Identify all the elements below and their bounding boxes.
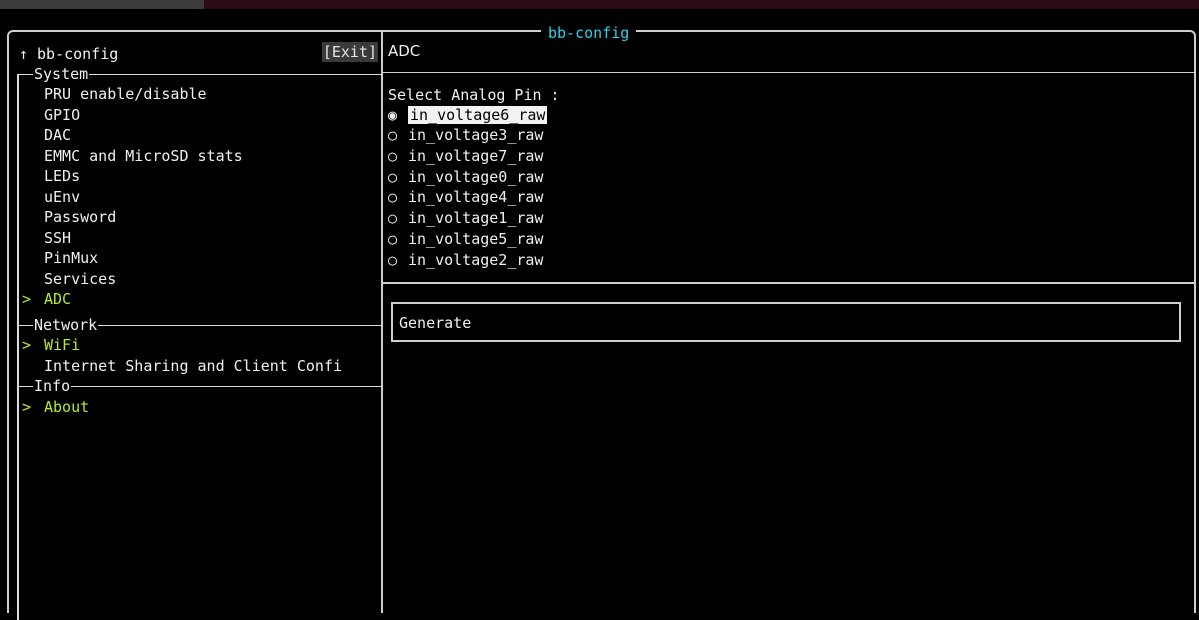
generate-button-label: Generate: [399, 314, 472, 332]
sidebar-item-leds[interactable]: LEDs: [22, 166, 382, 186]
left-header-title: bb-config: [37, 45, 119, 63]
radio-pin-label: in_voltage1_raw: [408, 209, 544, 227]
sidebar-item-services[interactable]: Services: [22, 269, 382, 289]
radio-list-border: [381, 140, 383, 270]
sidebar-item-label: ADC: [44, 290, 72, 308]
radio-unselected-icon: ○: [388, 147, 398, 165]
sidebar-item-label: WiFi: [44, 336, 81, 354]
generate-button[interactable]: Generate: [391, 302, 1181, 342]
window-title: bb-config: [541, 23, 637, 43]
menu-left-border: [17, 74, 19, 620]
sidebar-item-label: Password: [44, 208, 117, 226]
sidebar-item-wifi[interactable]: > WiFi: [22, 335, 382, 355]
chevron-right-icon: >: [22, 290, 32, 308]
sidebar-item-label: SSH: [44, 229, 72, 247]
sidebar-item-label: PRU enable/disable: [44, 85, 207, 103]
radio-pin-label: in_voltage5_raw: [408, 230, 544, 248]
chevron-right-icon: >: [22, 398, 32, 416]
sidebar-item-uenv[interactable]: uEnv: [22, 187, 382, 207]
sidebar-item-label: uEnv: [44, 188, 81, 206]
header-divider: [383, 72, 1196, 73]
sidebar-item-adc[interactable]: > ADC: [22, 289, 382, 309]
radio-pin-option[interactable]: ○ in_voltage7_raw: [388, 146, 543, 166]
select-analog-pin-label: Select Analog Pin :: [388, 86, 560, 104]
radio-pin-label: in_voltage0_raw: [408, 168, 544, 186]
up-arrow-icon: ↑: [19, 45, 29, 63]
chevron-right-icon: >: [22, 336, 32, 354]
sidebar-item-ssh[interactable]: SSH: [22, 228, 382, 248]
sidebar-item-internet-sharing[interactable]: Internet Sharing and Client Confi: [22, 356, 382, 376]
sidebar-item-dac[interactable]: DAC: [22, 125, 382, 145]
radio-pin-label: in_voltage4_raw: [408, 188, 544, 206]
radio-pin-option[interactable]: ○ in_voltage2_raw: [388, 250, 543, 270]
sidebar-item-label: EMMC and MicroSD stats: [44, 147, 243, 165]
sidebar-item-pinmux[interactable]: PinMux: [22, 248, 382, 268]
terminal-tab-strip: [0, 0, 1199, 9]
radio-unselected-icon: ○: [388, 126, 398, 144]
radio-unselected-icon: ○: [388, 209, 398, 227]
page-title: ADC: [388, 42, 421, 60]
sidebar-item-label: PinMux: [44, 249, 99, 267]
sidebar-item-password[interactable]: Password: [22, 207, 382, 227]
radio-unselected-icon: ○: [388, 230, 398, 248]
radio-pin-label: in_voltage7_raw: [408, 147, 544, 165]
sidebar-item-label: About: [44, 398, 90, 416]
sidebar-item-gpio[interactable]: GPIO: [22, 105, 382, 125]
sidebar-item-label: Internet Sharing and Client Confi: [44, 357, 343, 375]
radio-pin-option[interactable]: ○ in_voltage4_raw: [388, 187, 543, 207]
section-header-network: Network: [33, 316, 99, 334]
exit-button[interactable]: [Exit]: [321, 42, 378, 62]
radio-pin-label: in_voltage3_raw: [408, 126, 544, 144]
radio-pin-option[interactable]: ○ in_voltage1_raw: [388, 208, 543, 228]
sidebar-item-about[interactable]: > About: [22, 397, 382, 417]
sidebar-item-label: LEDs: [44, 167, 81, 185]
section-divider-info: [17, 386, 382, 387]
section-header-system: System: [33, 65, 90, 83]
radio-selected-icon: ◉: [388, 106, 398, 124]
content-divider: [383, 282, 1196, 284]
sidebar-item-emmc[interactable]: EMMC and MicroSD stats: [22, 146, 382, 166]
sidebar-item-label: GPIO: [44, 106, 81, 124]
section-header-info: Info: [33, 377, 72, 395]
radio-unselected-icon: ○: [388, 251, 398, 269]
radio-pin-option[interactable]: ○ in_voltage3_raw: [388, 125, 543, 145]
sidebar-item-pru[interactable]: PRU enable/disable: [22, 84, 382, 104]
left-header: ↑ bb-config [Exit]: [9, 37, 382, 66]
radio-pin-label: in_voltage6_raw: [408, 106, 548, 124]
sidebar-item-label: DAC: [44, 126, 72, 144]
sidebar-item-label: Services: [44, 270, 117, 288]
terminal-tab[interactable]: [0, 0, 204, 9]
radio-pin-option[interactable]: ○ in_voltage5_raw: [388, 229, 543, 249]
radio-unselected-icon: ○: [388, 188, 398, 206]
radio-pin-option[interactable]: ◉ in_voltage6_raw: [388, 105, 548, 125]
radio-unselected-icon: ○: [388, 168, 398, 186]
radio-pin-label: in_voltage2_raw: [408, 251, 544, 269]
radio-pin-option[interactable]: ○ in_voltage0_raw: [388, 167, 543, 187]
